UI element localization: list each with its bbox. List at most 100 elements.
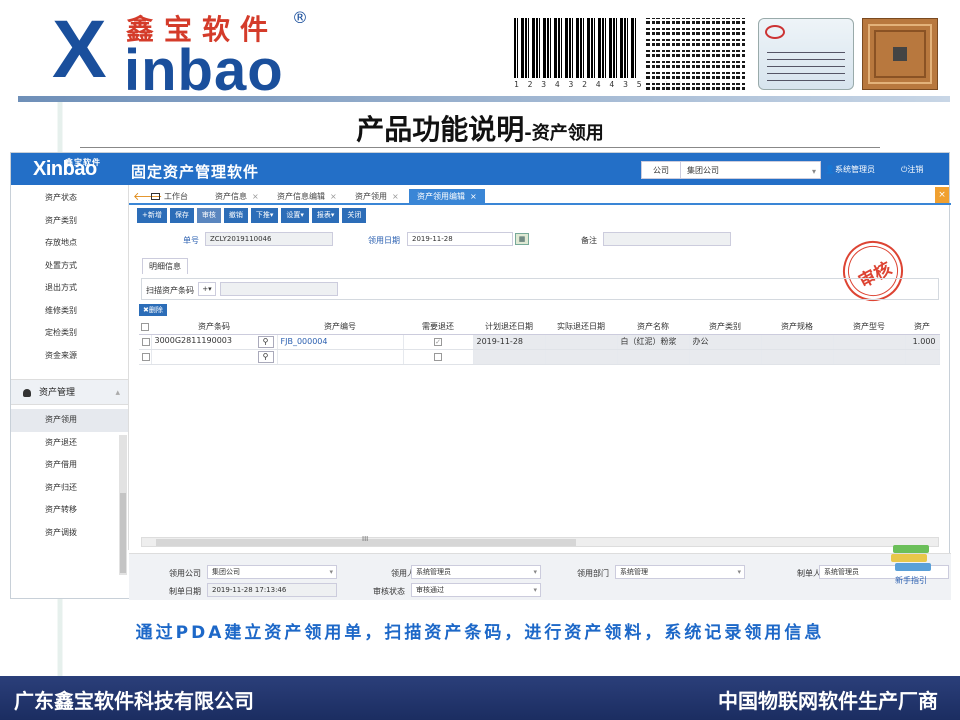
- cell-plan-date[interactable]: 2019-11-28: [473, 334, 546, 350]
- footer-form: 领用公司 集团公司 ▾ 领用人 系统管理员 ▾ 领用部门 系统管理 ▾ 制单人 系统管…: [129, 553, 951, 600]
- user-icon: 👤: [825, 165, 835, 174]
- slide-title-sub: -资产领用: [524, 123, 604, 144]
- scan-barcode-input[interactable]: [220, 282, 338, 296]
- audit-button[interactable]: 审核: [196, 208, 221, 223]
- close-icon[interactable]: ×: [392, 192, 399, 201]
- column-header: 计划退还日期: [473, 320, 545, 335]
- add-button[interactable]: +新增: [137, 208, 167, 223]
- cell-plan-date[interactable]: [473, 349, 546, 365]
- issue-person-select[interactable]: 系统管理员 ▾: [411, 565, 541, 579]
- sidebar-item[interactable]: 退出方式: [11, 277, 128, 300]
- checkbox[interactable]: [434, 352, 442, 361]
- row-checkbox[interactable]: [139, 334, 152, 350]
- barcode-image: 1 2 3 4 3 2 4 4 3 5 1 1 1: [514, 18, 682, 90]
- sidebar-item[interactable]: 定检类别: [11, 322, 128, 345]
- select-all-checkbox[interactable]: [139, 320, 151, 335]
- company-label: 公司: [641, 161, 681, 179]
- revoke-button[interactable]: 撤销: [223, 208, 248, 223]
- logout-button[interactable]: ⏻注销: [901, 164, 923, 175]
- audit-status-select[interactable]: 审核通过 ▾: [411, 583, 541, 597]
- made-date-field[interactable]: 2019-11-28 17:13:46: [207, 583, 337, 597]
- sidebar-item[interactable]: 资产类别: [11, 210, 128, 233]
- column-header: 资产名称: [617, 320, 689, 335]
- sidebar-item[interactable]: 资产借用: [11, 454, 128, 477]
- close-icon[interactable]: ×: [330, 192, 337, 201]
- column-header: 实际退还日期: [545, 320, 617, 335]
- select-value: 集团公司: [212, 568, 240, 576]
- issue-dept-select[interactable]: 系统管理 ▾: [615, 565, 745, 579]
- table-row[interactable]: 3000G2811190003 ⚲ FJB_000004 2019-11-28 白…: [139, 334, 940, 350]
- sidebar-scrollbar[interactable]: [119, 435, 127, 575]
- chevron-down-icon: ▾: [737, 568, 741, 576]
- book-icon: [891, 554, 927, 562]
- sidebar-item[interactable]: 存放地点: [11, 232, 128, 255]
- remark-field[interactable]: [603, 232, 731, 246]
- push-down-button[interactable]: 下推▾: [250, 208, 279, 223]
- scan-mode-select[interactable]: +▾: [198, 282, 216, 296]
- sidebar-item[interactable]: 资产调拨: [11, 522, 128, 545]
- delete-row-button[interactable]: ✖删除: [139, 304, 167, 316]
- sidebar-item[interactable]: 资金来源: [11, 345, 128, 368]
- save-button[interactable]: 保存: [169, 208, 194, 223]
- sidebar-item-asset-issue[interactable]: 资产领用: [11, 409, 128, 432]
- tab-asset-issue-edit[interactable]: 资产领用编辑 ×: [409, 189, 485, 205]
- registered-mark: ®: [292, 8, 308, 27]
- issue-company-select[interactable]: 集团公司 ▾: [207, 565, 337, 579]
- cell-actual-date[interactable]: [545, 349, 618, 365]
- cell-asset-no[interactable]: [277, 349, 404, 365]
- cell-need-return[interactable]: [403, 334, 474, 350]
- cell-barcode[interactable]: ⚲: [151, 349, 278, 365]
- search-icon[interactable]: ⚲: [257, 335, 274, 348]
- tab-detail-info[interactable]: 明细信息: [142, 258, 188, 274]
- sidebar-item[interactable]: 资产退还: [11, 432, 128, 455]
- sidebar-item[interactable]: 资产状态: [11, 187, 128, 210]
- cell-need-return[interactable]: [403, 349, 474, 365]
- sidebar-item[interactable]: 资产归还: [11, 477, 128, 500]
- logo-en-text: inbao: [124, 38, 284, 103]
- close-icon[interactable]: ×: [252, 192, 259, 201]
- user-name: 系统管理员: [834, 165, 875, 174]
- header-rule: [18, 96, 950, 102]
- settings-button[interactable]: 设置▾: [281, 208, 309, 223]
- search-icon[interactable]: ⚲: [257, 350, 274, 363]
- beginner-guide-button[interactable]: 新手指引: [887, 539, 937, 589]
- label-seal-icon: [765, 25, 785, 39]
- tab-workbench[interactable]: 工作台: [151, 189, 188, 205]
- sidebar-group-asset-management[interactable]: 资产管理 ▴: [11, 379, 128, 405]
- doc-no-field[interactable]: ZCLY2019110046: [205, 232, 333, 246]
- slide-caption: 通过PDA建立资产领用单，扫描资产条码，进行资产领料，系统记录领用信息: [135, 623, 825, 643]
- calendar-icon[interactable]: ▦: [515, 233, 529, 245]
- checkbox-checked[interactable]: [434, 337, 442, 346]
- tab-asset-issue[interactable]: 资产领用 ×: [355, 189, 399, 205]
- cell-qty: 1.000: [905, 334, 940, 350]
- qr-code-image: [646, 18, 746, 90]
- table-row[interactable]: ⚲: [139, 349, 940, 365]
- issue-date-field[interactable]: 2019-11-28: [407, 232, 513, 246]
- close-icon[interactable]: ×: [470, 192, 477, 201]
- row-checkbox[interactable]: [139, 349, 152, 365]
- cell-qty: [905, 349, 940, 365]
- cell-category: [689, 349, 762, 365]
- user-menu[interactable]: 👤系统管理员: [825, 164, 875, 175]
- cell-asset-no[interactable]: FJB_000004: [277, 334, 404, 350]
- grid-horizontal-scrollbar[interactable]: III: [141, 535, 939, 547]
- cell-actual-date[interactable]: [545, 334, 618, 350]
- tab-label: 工作台: [164, 192, 188, 201]
- sidebar-item[interactable]: 资产转移: [11, 499, 128, 522]
- app-topbar: Xinbao 鑫宝软件 固定资产管理软件 公司 集团公司 ▾ 👤系统管理员 ⏻注…: [11, 153, 949, 185]
- tab-asset-info[interactable]: 资产信息 ×: [215, 189, 259, 205]
- close-all-tabs-icon[interactable]: ×: [935, 187, 949, 203]
- sidebar-item[interactable]: 处置方式: [11, 255, 128, 278]
- sidebar-top-list: 资产状态 资产类别 存放地点 处置方式 退出方式 维修类别 定检类别 资金来源: [11, 185, 128, 367]
- column-header: 需要退还: [403, 320, 473, 335]
- title-rule: [80, 147, 880, 148]
- report-button[interactable]: 报表▾: [311, 208, 340, 223]
- close-button[interactable]: 关闭: [342, 208, 367, 223]
- cell-barcode[interactable]: 3000G2811190003 ⚲: [151, 334, 278, 350]
- label-lines: [767, 47, 845, 81]
- monitor-icon: [151, 193, 160, 200]
- tab-asset-info-edit[interactable]: 资产信息编辑 ×: [277, 189, 337, 205]
- cell-model: [833, 349, 906, 365]
- company-select[interactable]: 集团公司 ▾: [681, 161, 821, 179]
- sidebar-item[interactable]: 维修类别: [11, 300, 128, 323]
